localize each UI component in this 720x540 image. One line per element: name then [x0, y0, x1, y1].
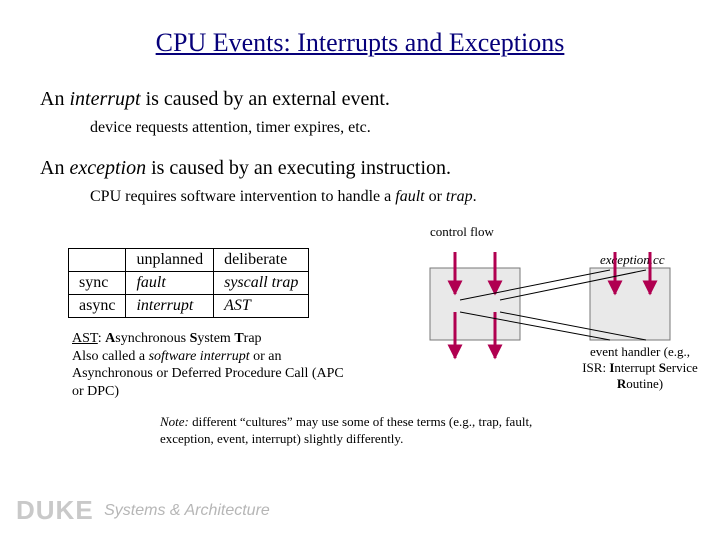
exception-sub: CPU requires software intervention to ha…	[90, 187, 680, 206]
interrupt-sub: device requests attention, timer expires…	[90, 118, 680, 137]
exception-def: An exception is caused by an executing i…	[40, 155, 680, 181]
footer-brand: DUKE Systems & Architecture	[16, 495, 270, 526]
footer-subtitle: Systems & Architecture	[104, 502, 270, 520]
event-handler-label: event handler (e.g., ISR: Interrupt Serv…	[560, 344, 720, 391]
table-row: sync fault syscall trap	[69, 272, 309, 295]
control-flow-label: control flow	[430, 224, 494, 240]
classification-table: unplanned deliberate sync fault syscall …	[68, 248, 309, 318]
note-text: Note: different “cultures” may use some …	[160, 414, 560, 447]
interrupt-def: An interrupt is caused by an external ev…	[40, 86, 680, 112]
slide: CPU Events: Interrupts and Exceptions An…	[0, 0, 720, 540]
ast-definition: AST: Asynchronous System Trap Also calle…	[72, 330, 352, 400]
table-row: unplanned deliberate	[69, 249, 309, 272]
mid-area: unplanned deliberate sync fault syscall …	[40, 224, 680, 454]
table-row: async interrupt AST	[69, 295, 309, 318]
duke-logo: DUKE	[16, 495, 94, 526]
page-title: CPU Events: Interrupts and Exceptions	[40, 28, 680, 58]
